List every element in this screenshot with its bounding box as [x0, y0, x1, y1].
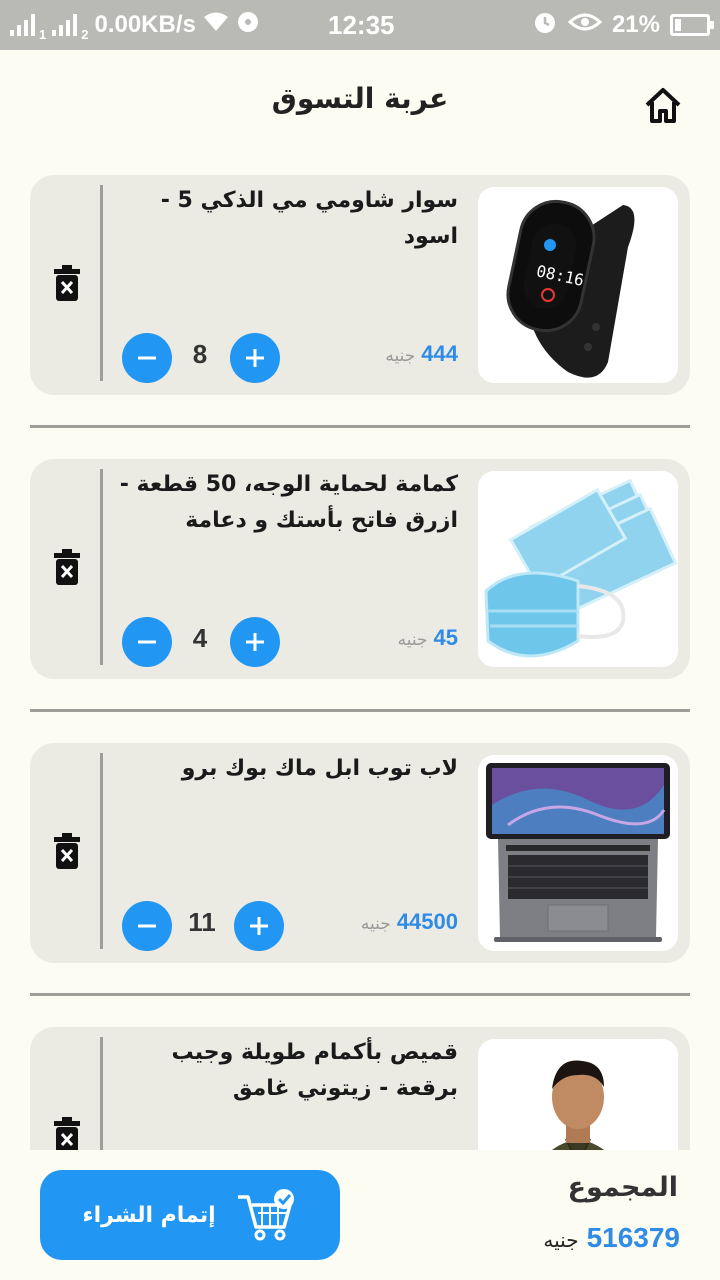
- quantity-value: 4: [192, 623, 208, 653]
- signal-icon: [10, 14, 35, 36]
- price-value: 45: [433, 625, 458, 650]
- alarm-icon: [532, 9, 558, 42]
- checkout-button[interactable]: إتمام الشراء: [40, 1170, 340, 1260]
- total-currency: جنيه: [543, 1228, 579, 1252]
- cart-check-icon: [237, 1189, 294, 1241]
- sim1-label: 1: [39, 27, 47, 42]
- price-value: 44500: [396, 909, 458, 934]
- product-name: كمامة لحماية الوجه، 50 قطعة - ازرق فاتح …: [119, 472, 458, 533]
- product-price: 45 جنيه: [398, 625, 458, 651]
- trash-icon: [54, 833, 80, 869]
- minus-icon: [138, 924, 156, 928]
- quantity-value: 11: [188, 907, 216, 937]
- battery-percent: 21%: [611, 11, 660, 38]
- item-separator: [30, 709, 690, 712]
- product-name: لاب توب ابل ماك بوك برو: [181, 756, 458, 781]
- total-label: المجموع: [567, 1172, 678, 1203]
- page-title: عربة التسوق: [271, 82, 449, 115]
- minus-icon: [138, 640, 156, 644]
- increase-quantity-button[interactable]: [230, 617, 280, 667]
- trash-icon: [54, 265, 80, 301]
- quantity-value: 8: [192, 339, 208, 369]
- cart-item: كمامة لحماية الوجه، 50 قطعة - ازرق فاتح …: [30, 459, 690, 679]
- product-price: 444 جنيه: [385, 341, 458, 367]
- decrease-quantity-button[interactable]: [122, 901, 172, 951]
- price-currency: جنيه: [385, 346, 416, 366]
- eye-icon: [567, 11, 603, 39]
- divider: [100, 469, 103, 665]
- home-button[interactable]: [641, 84, 685, 128]
- delete-item-button[interactable]: [52, 1115, 82, 1155]
- plus-icon: [246, 349, 264, 367]
- decrease-quantity-button[interactable]: [122, 333, 172, 383]
- delete-item-button[interactable]: [52, 263, 82, 303]
- battery-icon: [670, 14, 714, 36]
- price-currency: جنيه: [360, 914, 391, 934]
- cart-item: 08:16 سوار شاومي مي الذكي 5 - اسود 444 ج…: [30, 175, 690, 395]
- delete-item-button[interactable]: [52, 547, 82, 587]
- price-value: 444: [421, 341, 458, 366]
- checkout-label: إتمام الشراء: [82, 1202, 216, 1228]
- delete-item-button[interactable]: [52, 831, 82, 871]
- item-separator: [30, 993, 690, 996]
- decrease-quantity-button[interactable]: [122, 617, 172, 667]
- trash-icon: [54, 1117, 80, 1153]
- sim2-label: 2: [81, 27, 89, 42]
- divider: [100, 185, 103, 381]
- product-name: سوار شاومي مي الذكي 5 - اسود: [160, 188, 458, 249]
- clock: 12:35: [328, 10, 395, 40]
- total-value: 516379: [586, 1222, 680, 1253]
- plus-icon: [246, 633, 264, 651]
- divider: [100, 753, 103, 949]
- item-separator: [30, 425, 690, 428]
- product-price: 44500 جنيه: [361, 909, 458, 935]
- trash-icon: [54, 549, 80, 585]
- status-bar: 1 2 0.00KB/s 12:35 21%: [0, 0, 720, 50]
- product-name: قميص بأكمام طويلة وجيب برقعة - زيتوني غا…: [171, 1040, 458, 1101]
- minus-icon: [138, 356, 156, 360]
- signal-icon: [52, 14, 78, 36]
- product-image-smart-band[interactable]: 08:16: [478, 187, 678, 383]
- price-currency: جنيه: [397, 630, 428, 650]
- increase-quantity-button[interactable]: [234, 901, 284, 951]
- product-image-laptop[interactable]: [478, 755, 678, 951]
- plus-icon: [250, 917, 268, 935]
- status-left: 1 2 0.00KB/s: [10, 8, 260, 42]
- product-image-face-masks[interactable]: [478, 471, 678, 667]
- cart-item: لاب توب ابل ماك بوك برو 44500 جنيه 11: [30, 743, 690, 963]
- status-right: 21%: [532, 8, 714, 42]
- wifi-icon: [202, 11, 230, 40]
- increase-quantity-button[interactable]: [230, 333, 280, 383]
- home-icon: [645, 88, 681, 123]
- network-speed: 0.00KB/s: [94, 11, 196, 38]
- total-amount: 516379 جنيه: [543, 1222, 680, 1254]
- checkout-bar: إتمام الشراء المجموع 516379 جنيه: [0, 1150, 720, 1280]
- sync-icon: [236, 10, 260, 41]
